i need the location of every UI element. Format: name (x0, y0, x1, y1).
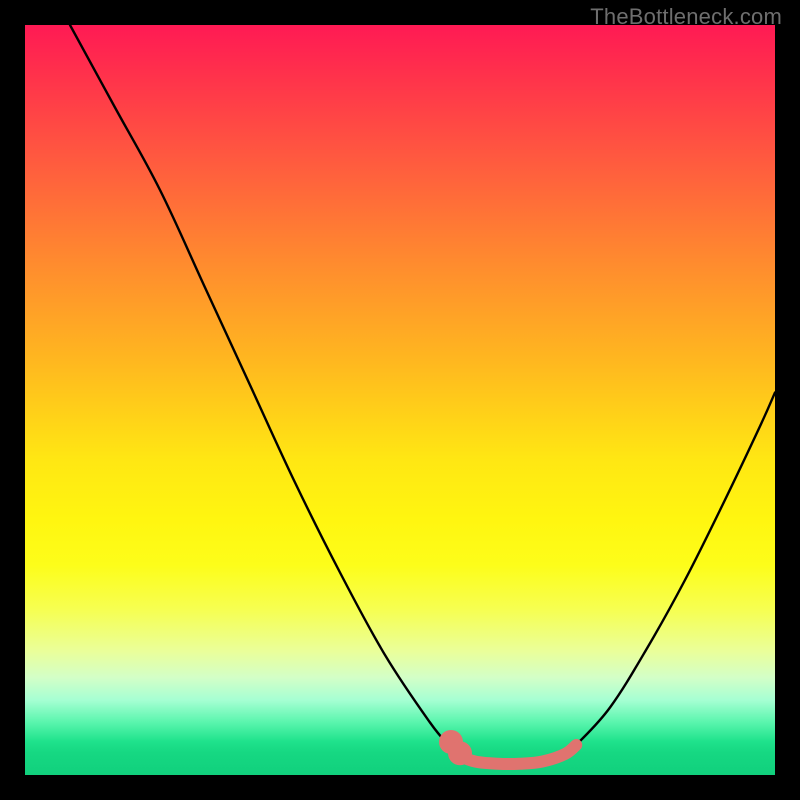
curve-markers (439, 730, 472, 765)
curve-layer (25, 25, 775, 775)
curve-right-ascent (576, 393, 775, 746)
curve-left-descent (70, 25, 449, 745)
plot-area (25, 25, 775, 775)
chart-frame: TheBottleneck.com (0, 0, 800, 800)
watermark-text: TheBottleneck.com (590, 4, 782, 30)
curve-marker (448, 741, 472, 765)
